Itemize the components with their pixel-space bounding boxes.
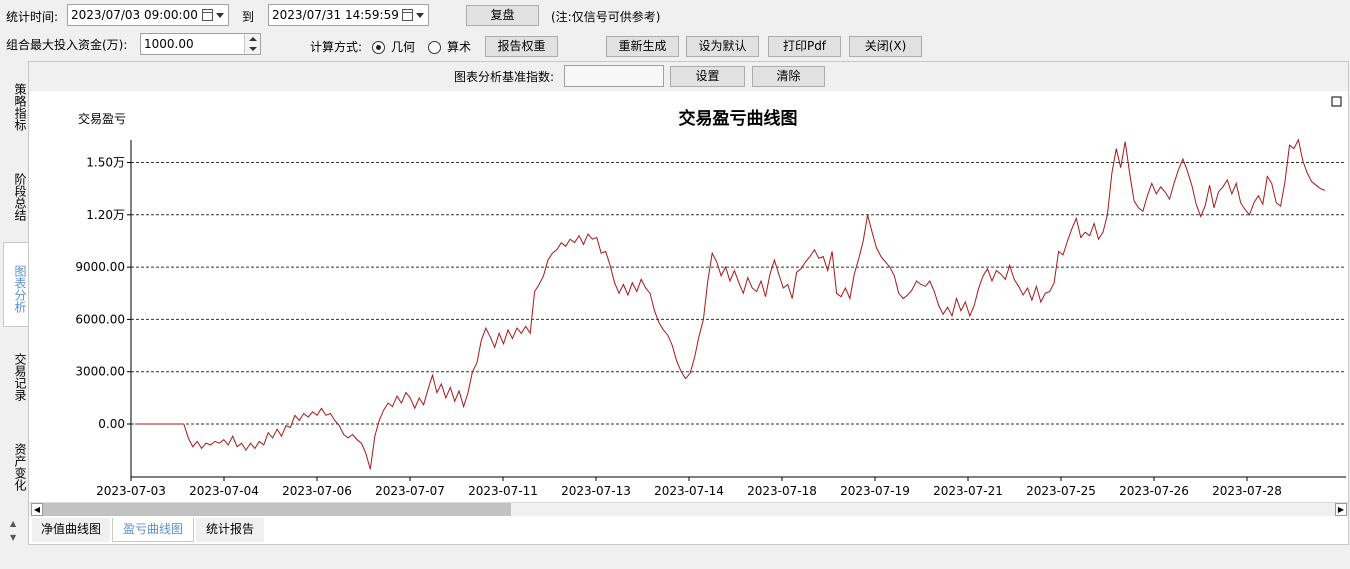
pnl-series-line xyxy=(135,138,1326,470)
y-axis-label: 交易盈亏 xyxy=(78,111,126,126)
x-tick-label: 2023-07-18 xyxy=(747,484,817,498)
y-tick-label: 1.50万 xyxy=(86,156,125,170)
chart-title: 交易盈亏曲线图 xyxy=(679,108,798,129)
x-tick-label: 2023-07-03 xyxy=(96,484,166,498)
x-tick-label: 2023-07-04 xyxy=(189,484,259,498)
tab-stats-report[interactable]: 统计报告 xyxy=(196,518,264,542)
x-tick-label: 2023-07-28 xyxy=(1212,484,1282,498)
y-tick-label: 0.00 xyxy=(98,417,125,431)
x-tick-label: 2023-07-21 xyxy=(933,484,1003,498)
x-tick-label: 2023-07-07 xyxy=(375,484,445,498)
x-tick-label: 2023-07-25 xyxy=(1026,484,1096,498)
y-tick-label: 9000.00 xyxy=(75,260,125,274)
x-tick-label: 2023-07-13 xyxy=(561,484,631,498)
x-tick-label: 2023-07-14 xyxy=(654,484,724,498)
x-tick-label: 2023-07-19 xyxy=(840,484,910,498)
x-tick-label: 2023-07-11 xyxy=(468,484,538,498)
x-tick-label: 2023-07-06 xyxy=(282,484,352,498)
y-tick-label: 3000.00 xyxy=(75,365,125,379)
tab-pnl-curve[interactable]: 盈亏曲线图 xyxy=(112,518,194,542)
tab-equity-curve[interactable]: 净值曲线图 xyxy=(32,518,110,542)
x-tick-label: 2023-07-26 xyxy=(1119,484,1189,498)
scrollbar-thumb[interactable] xyxy=(43,503,511,516)
y-tick-label: 6000.00 xyxy=(75,312,125,326)
maximize-icon[interactable] xyxy=(1331,96,1342,107)
scroll-right-icon[interactable]: ▶ xyxy=(1335,503,1347,516)
pnl-chart: 0.00 3000.00 6000.00 9000.00 1.20万 1.50万 2023… xyxy=(75,96,1346,498)
scroll-left-icon[interactable]: ◀ xyxy=(31,503,43,516)
y-tick-label: 1.20万 xyxy=(86,208,125,222)
